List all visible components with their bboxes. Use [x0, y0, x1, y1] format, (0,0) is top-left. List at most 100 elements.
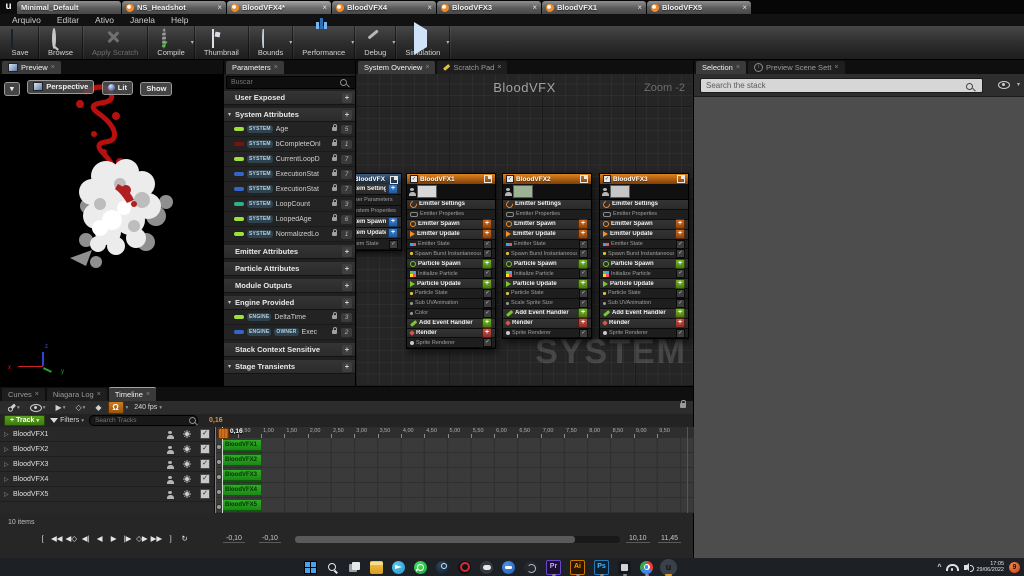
transport-button[interactable]: ↻: [178, 533, 191, 545]
module-row[interactable]: Emitter State: [503, 240, 591, 250]
close-icon[interactable]: ×: [97, 391, 101, 398]
chevron-down-icon[interactable]: ▾: [1017, 81, 1020, 88]
parameter-row[interactable]: SYSTEMExecutionStat7: [224, 182, 355, 197]
emitter-node[interactable]: BloodVFX1Emitter SettingsEmitter Propert…: [406, 173, 496, 349]
track-user-icon[interactable]: [168, 431, 172, 434]
timeline-clip[interactable]: BloodVFX4: [222, 484, 262, 496]
open-in-new-icon[interactable]: [484, 175, 492, 183]
preview-viewport[interactable]: ▾ Perspective Lit Show z x y: [0, 74, 223, 386]
parameter-section-header[interactable]: User Exposed+: [224, 91, 355, 105]
module-row[interactable]: Emitter Properties: [407, 210, 495, 220]
add-parameter-button[interactable]: +: [342, 264, 352, 274]
chevron-down-icon[interactable]: ▾: [392, 39, 395, 46]
opera-icon[interactable]: [458, 561, 471, 574]
window-tab[interactable]: NS_Headshot×: [122, 1, 226, 14]
clip-row[interactable]: BloodVFX3: [215, 468, 694, 483]
timeline-clip[interactable]: BloodVFX5: [222, 499, 262, 511]
timeline-scrollbar[interactable]: [295, 536, 620, 543]
track-enabled-checkbox[interactable]: [200, 459, 210, 469]
module-row[interactable]: Emitter Properties: [600, 210, 688, 220]
close-icon[interactable]: ×: [425, 64, 429, 71]
snap-toggle-button[interactable]: Ω: [108, 401, 124, 414]
module-enabled-checkbox[interactable]: [483, 338, 492, 347]
scrollbar-thumb[interactable]: [295, 536, 575, 543]
photoshop-icon[interactable]: Ps: [594, 560, 609, 575]
parameter-row[interactable]: SYSTEMLoopedAge6: [224, 212, 355, 227]
app-dark-icon[interactable]: [524, 561, 537, 574]
module-row[interactable]: Particle Spawn+: [503, 259, 591, 269]
add-module-button[interactable]: +: [578, 318, 588, 328]
module-row[interactable]: Particle Update+: [503, 279, 591, 289]
timeline-clip[interactable]: BloodVFX1: [222, 439, 262, 451]
perspective-button[interactable]: Perspective: [27, 80, 94, 94]
module-row[interactable]: Spawn Burst Instantaneous: [503, 249, 591, 259]
track-burst-icon[interactable]: [185, 477, 189, 481]
close-icon[interactable]: ×: [35, 391, 39, 398]
system-node[interactable]: BloodVFXSystem Settings+User ParametersS…: [356, 173, 402, 251]
file-explorer-icon[interactable]: [370, 561, 383, 574]
add-module-button[interactable]: +: [578, 279, 588, 289]
transport-button[interactable]: ◀|: [79, 533, 92, 545]
taskbar-clock[interactable]: 17:05 29/06/2022: [976, 561, 1004, 574]
emitter-node[interactable]: BloodVFX2Emitter SettingsEmitter Propert…: [502, 173, 592, 339]
telegram-icon[interactable]: [392, 561, 405, 574]
add-module-button[interactable]: +: [675, 318, 685, 328]
close-icon[interactable]: ×: [217, 4, 222, 12]
stack-search-input[interactable]: [700, 78, 983, 93]
keyframe-options-button[interactable]: ◇▾: [71, 402, 89, 413]
track-user-icon[interactable]: [168, 461, 172, 464]
add-module-button[interactable]: +: [675, 229, 685, 239]
app-dark-2-icon[interactable]: [618, 561, 631, 574]
tab-preview-scene-settings[interactable]: i Preview Scene Sett×: [748, 61, 845, 74]
emitter-enabled-checkbox[interactable]: [603, 175, 611, 183]
parameter-row[interactable]: SYSTEMbCompleteOnl1: [224, 137, 355, 152]
open-in-new-icon[interactable]: [390, 176, 398, 184]
parameter-row[interactable]: SYSTEMNormalizedLo1: [224, 227, 355, 242]
discord-icon[interactable]: [480, 561, 493, 574]
add-module-button[interactable]: +: [675, 308, 685, 318]
window-tab[interactable]: BloodVFX4×: [332, 1, 436, 14]
tab-timeline[interactable]: Timeline×: [109, 387, 156, 401]
timeline-view-options-button[interactable]: ▾: [26, 402, 50, 413]
module-row[interactable]: Emitter State: [600, 240, 688, 250]
add-parameter-button[interactable]: +: [342, 281, 352, 291]
menu-item[interactable]: Ativo: [87, 15, 122, 25]
tray-expand-icon[interactable]: ^: [937, 564, 941, 571]
emitter-node-header[interactable]: BloodVFX1: [407, 174, 495, 184]
module-row[interactable]: System Update+: [356, 228, 401, 239]
close-icon[interactable]: ×: [637, 4, 642, 12]
parameter-section-header[interactable]: Particle Attributes+: [224, 262, 355, 276]
module-enabled-checkbox[interactable]: [483, 269, 492, 278]
add-parameter-button[interactable]: +: [342, 247, 352, 257]
timeline-track-area[interactable]: 0,501,001,502,002,503,003,504,004,505,00…: [215, 427, 694, 513]
tab-scratch-pad[interactable]: Scratch Pad×: [437, 61, 507, 74]
toolbar-button-bounds[interactable]: Bounds▾: [249, 26, 293, 59]
parameter-section-header[interactable]: Stack Context Sensitive+: [224, 343, 355, 357]
parameter-row[interactable]: SYSTEMAge5: [224, 122, 355, 137]
menu-item[interactable]: Help: [163, 15, 196, 25]
module-row[interactable]: Sub UVAnimation: [600, 299, 688, 309]
module-enabled-checkbox[interactable]: [579, 249, 588, 258]
module-enabled-checkbox[interactable]: [676, 249, 685, 258]
timeline-clip[interactable]: BloodVFX3: [222, 469, 262, 481]
add-module-button[interactable]: +: [482, 318, 492, 328]
parameter-row[interactable]: SYSTEMExecutionStat7: [224, 167, 355, 182]
whatsapp-icon[interactable]: [414, 561, 427, 574]
transport-button[interactable]: ◇▶: [135, 533, 149, 545]
toolbar-button-compile[interactable]: Compile▾: [148, 26, 195, 59]
close-icon[interactable]: ×: [427, 4, 432, 12]
add-module-button[interactable]: +: [482, 259, 492, 269]
add-module-button[interactable]: +: [578, 219, 588, 229]
module-row[interactable]: Particle State: [407, 289, 495, 299]
parameter-section-header[interactable]: ▾Engine Provided+: [224, 296, 355, 310]
viewport-options-button[interactable]: ▾: [4, 82, 20, 96]
add-module-button[interactable]: +: [482, 279, 492, 289]
parameter-section-header[interactable]: ▾Stage Transients+: [224, 360, 355, 374]
module-row[interactable]: Render+: [407, 329, 495, 339]
parameter-section-header[interactable]: Module Outputs+: [224, 279, 355, 293]
filters-button[interactable]: Filters▾: [50, 417, 84, 424]
track-enabled-checkbox[interactable]: [200, 489, 210, 499]
current-time-readout[interactable]: 0,16: [209, 417, 223, 424]
open-in-new-icon[interactable]: [677, 175, 685, 183]
clip-row[interactable]: BloodVFX4: [215, 483, 694, 498]
